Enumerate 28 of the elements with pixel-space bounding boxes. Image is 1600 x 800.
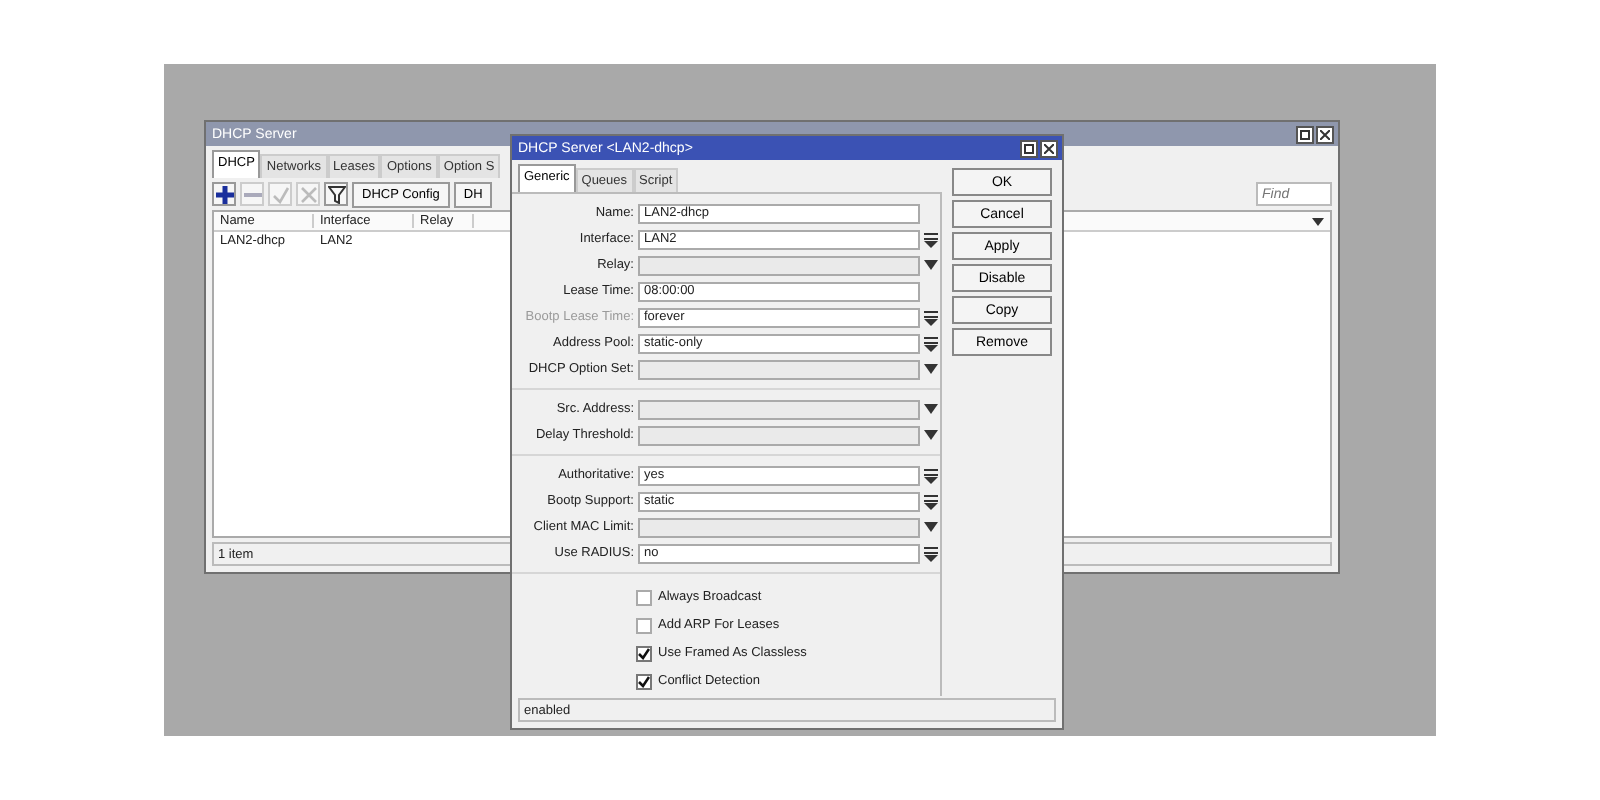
dropdown-field[interactable] bbox=[638, 517, 920, 537]
filter-icon[interactable] bbox=[324, 182, 348, 206]
dropdown-arrow-icon[interactable] bbox=[923, 467, 937, 483]
dropdown-field[interactable] bbox=[638, 255, 920, 275]
dropdown-arrow-icon[interactable] bbox=[923, 493, 937, 509]
dropdown-arrow-icon[interactable] bbox=[923, 364, 937, 374]
close-button[interactable] bbox=[1040, 139, 1058, 157]
dropdown-arrow-icon[interactable] bbox=[923, 545, 937, 561]
maximize-button[interactable] bbox=[1020, 139, 1038, 157]
checkbox[interactable] bbox=[636, 673, 652, 689]
checkbox[interactable] bbox=[636, 645, 652, 661]
dropdown-field[interactable] bbox=[638, 359, 920, 379]
add-icon[interactable] bbox=[212, 182, 236, 206]
dropdown-arrow-icon[interactable] bbox=[923, 335, 937, 351]
dropdown-arrow-icon[interactable] bbox=[923, 309, 937, 325]
check-icon[interactable] bbox=[268, 182, 292, 206]
checkbox[interactable] bbox=[636, 589, 652, 605]
dropdown-arrow-icon[interactable] bbox=[923, 522, 937, 532]
dropdown-arrow-icon[interactable] bbox=[923, 404, 937, 414]
column-menu-arrow-icon[interactable] bbox=[1312, 217, 1324, 225]
dropdown-arrow-icon[interactable] bbox=[923, 430, 937, 440]
dropdown-arrow-icon[interactable] bbox=[923, 260, 937, 270]
close-button[interactable] bbox=[1316, 125, 1334, 143]
dropdown-field[interactable] bbox=[638, 399, 920, 419]
maximize-button[interactable] bbox=[1296, 125, 1314, 143]
dropdown-arrow-icon[interactable] bbox=[923, 231, 937, 247]
checkbox[interactable] bbox=[636, 617, 652, 633]
dropdown-field[interactable] bbox=[638, 425, 920, 445]
